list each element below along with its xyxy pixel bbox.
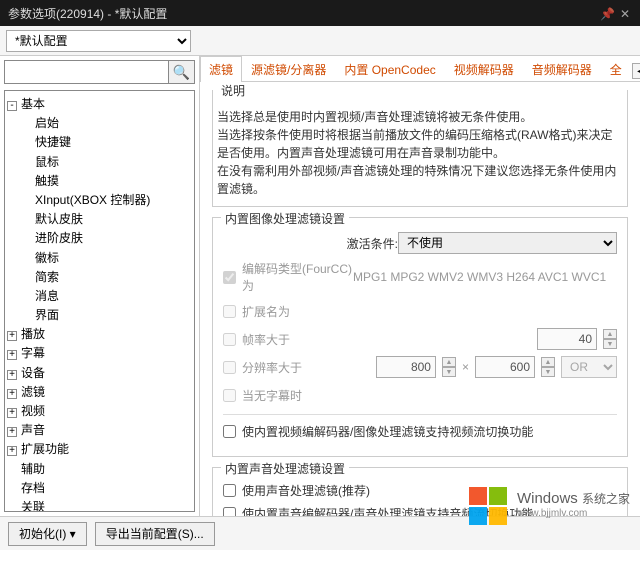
expand-icon[interactable]: + (7, 446, 17, 456)
video-stream-label: 使内置视频编解码器/图像处理滤镜支持视频流切换功能 (242, 423, 533, 440)
export-button[interactable]: 导出当前配置(S)... (95, 522, 215, 546)
tree-child[interactable]: 消息 (7, 287, 192, 306)
description-title: 说明 (217, 82, 249, 100)
tree-item[interactable]: 辅助 (7, 460, 192, 479)
expand-icon[interactable]: + (7, 389, 17, 399)
tree-child[interactable]: 简索 (7, 268, 192, 287)
tree-child[interactable]: 界面 (7, 306, 192, 325)
fps-input (537, 328, 597, 350)
tree-item[interactable]: +播放 (7, 325, 192, 344)
tree-item[interactable]: +扩展功能 (7, 440, 192, 459)
tree-child[interactable]: 触摸 (7, 172, 192, 191)
tab-prev-button[interactable]: ◄ (632, 63, 640, 79)
spin-down-icon: ▼ (603, 339, 617, 349)
tree-child[interactable]: 进阶皮肤 (7, 229, 192, 248)
video-filter-group: 内置图像处理滤镜设置 激活条件: 不使用 编解码类型(FourCC)为 MPG1… (212, 217, 628, 457)
description-line: 当选择总是使用时内置视频/声音处理滤镜将被无条件使用。 (217, 108, 623, 126)
tree-child[interactable]: 默认皮肤 (7, 210, 192, 229)
tree-item[interactable]: +字幕 (7, 344, 192, 363)
nav-tree[interactable]: -基本 启始 快捷键 鼠标 触摸 XInput(XBOX 控制器) 默认皮肤 进… (4, 90, 195, 512)
collapse-icon[interactable]: - (7, 101, 17, 111)
tree-basic[interactable]: -基本 (7, 95, 192, 114)
res-checkbox (223, 361, 236, 374)
description-group: 说明 当选择总是使用时内置视频/声音处理滤镜将被无条件使用。 当选择按条件使用时… (212, 90, 628, 207)
tab-vdec[interactable]: 视频解码器 (445, 56, 523, 82)
tree-child[interactable]: 徽标 (7, 249, 192, 268)
res-op-select: OR (561, 356, 617, 378)
res-label: 分辨率大于 (242, 359, 302, 376)
res-w-spinner: ▲▼ (442, 357, 456, 377)
audio-use-checkbox[interactable] (223, 484, 236, 497)
toolbar: *默认配置 (0, 26, 640, 56)
search-button[interactable]: 🔍 (169, 60, 195, 84)
content-area: 说明 当选择总是使用时内置视频/声音处理滤镜将被无条件使用。 当选择按条件使用时… (200, 82, 640, 516)
tree-item[interactable]: +设备 (7, 364, 192, 383)
tab-adec[interactable]: 音频解码器 (523, 56, 601, 82)
description-line: 在没有需利用外部视频/声音滤镜处理的特殊情况下建议您选择无条件使用内置滤镜。 (217, 162, 623, 198)
tab-filter[interactable]: 滤镜 (200, 56, 242, 82)
activate-select[interactable]: 不使用 (398, 232, 617, 254)
search-row: 🔍 (4, 60, 195, 84)
left-panel: 🔍 -基本 启始 快捷键 鼠标 触摸 XInput(XBOX 控制器) 默认皮肤… (0, 56, 200, 516)
close-icon[interactable]: ✕ (620, 7, 632, 19)
ext-checkbox (223, 305, 236, 318)
audio-use-label: 使用声音处理滤镜(推荐) (242, 482, 370, 499)
fps-spinner: ▲▼ (603, 329, 617, 349)
tree-item[interactable]: 关联 (7, 498, 192, 512)
tree-child[interactable]: 快捷键 (7, 133, 192, 152)
res-height-input (475, 356, 535, 378)
description-line: 当选择按条件使用时将根据当前播放文件的编码压缩格式(RAW格式)来决定是否使用。… (217, 126, 623, 162)
expand-icon[interactable]: + (7, 370, 17, 380)
expand-icon[interactable]: + (7, 350, 17, 360)
fourcc-value: MPG1 MPG2 WMV2 WMV3 H264 AVC1 WVC1 (353, 270, 606, 284)
tab-opencodec[interactable]: 内置 OpenCodec (335, 56, 444, 82)
video-stream-checkbox[interactable] (223, 425, 236, 438)
fps-checkbox (223, 333, 236, 346)
nosub-label: 当无字幕时 (242, 387, 302, 404)
tree-child[interactable]: 鼠标 (7, 153, 192, 172)
separator (223, 414, 617, 415)
tree-item[interactable]: +滤镜 (7, 383, 192, 402)
bottom-bar: 初始化(I) ▾ 导出当前配置(S)... (0, 516, 640, 550)
profile-select[interactable]: *默认配置 (6, 30, 191, 52)
fps-label: 帧率大于 (242, 331, 290, 348)
tree-item[interactable]: 存档 (7, 479, 192, 498)
audio-filter-group: 内置声音处理滤镜设置 使用声音处理滤镜(推荐) 使内置声音编解码器/声音处理滤镜… (212, 467, 628, 516)
res-width-input (376, 356, 436, 378)
spin-up-icon: ▲ (603, 329, 617, 339)
window-title: 参数选项(220914) - *默认配置 (8, 5, 592, 22)
activate-label: 激活条件: (223, 235, 398, 252)
init-button[interactable]: 初始化(I) ▾ (8, 522, 87, 546)
tree-item[interactable]: +视频 (7, 402, 192, 421)
pin-icon[interactable]: 📌 (600, 7, 612, 19)
tab-tail[interactable]: 全 (601, 56, 631, 82)
tab-nav: ◄ ► (631, 61, 640, 81)
audio-filter-legend: 内置声音处理滤镜设置 (221, 460, 349, 477)
audio-stream-checkbox[interactable] (223, 507, 236, 516)
expand-icon[interactable]: + (7, 427, 17, 437)
fourcc-checkbox (223, 271, 236, 284)
tree-child[interactable]: XInput(XBOX 控制器) (7, 191, 192, 210)
tree-child[interactable]: 启始 (7, 114, 192, 133)
audio-stream-label: 使内置声音编解码器/声音处理滤镜支持音频流切换功能 (242, 505, 533, 516)
titlebar: 参数选项(220914) - *默认配置 📌 ✕ (0, 0, 640, 26)
times-label: × (462, 360, 469, 374)
right-panel: 滤镜 源滤镜/分离器 内置 OpenCodec 视频解码器 音频解码器 全 ◄ … (200, 56, 640, 516)
expand-icon[interactable]: + (7, 331, 17, 341)
fourcc-label: 编解码类型(FourCC)为 (242, 260, 353, 294)
res-h-spinner: ▲▼ (541, 357, 555, 377)
expand-icon[interactable]: + (7, 408, 17, 418)
ext-label: 扩展名为 (242, 303, 290, 320)
magnifier-icon: 🔍 (173, 64, 190, 81)
chevron-down-icon: ▾ (70, 527, 76, 541)
nosub-checkbox (223, 389, 236, 402)
tab-bar: 滤镜 源滤镜/分离器 内置 OpenCodec 视频解码器 音频解码器 全 ◄ … (200, 56, 640, 82)
tree-item[interactable]: +声音 (7, 421, 192, 440)
search-input[interactable] (4, 60, 169, 84)
video-filter-legend: 内置图像处理滤镜设置 (221, 210, 349, 227)
tab-source[interactable]: 源滤镜/分离器 (242, 56, 335, 82)
